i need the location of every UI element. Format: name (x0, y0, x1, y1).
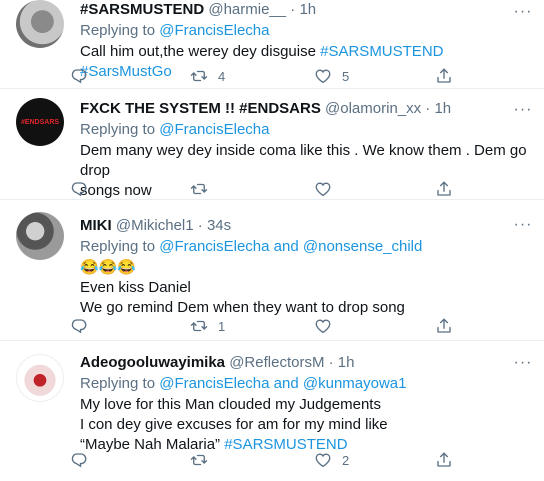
retweet-button[interactable] (190, 449, 208, 471)
timestamp[interactable]: 1h (338, 354, 355, 371)
action-bar: 2 (70, 449, 470, 471)
timestamp[interactable]: 34s (207, 217, 231, 234)
share-button[interactable] (435, 315, 453, 337)
more-icon[interactable]: ··· (512, 99, 534, 121)
replying-to-line: Replying to @FrancisElecha (80, 120, 530, 140)
tweet-1[interactable]: #SARSMUSTEND @harmie__ · 1h Replying to … (0, 0, 544, 89)
reply-icon (70, 180, 88, 198)
display-name[interactable]: MIKI (80, 217, 112, 234)
replying-to-label: Replying to (80, 121, 156, 138)
tweet-header: #SARSMUSTEND @harmie__ · 1h (80, 0, 530, 20)
separator-dot: · (425, 100, 431, 117)
timestamp[interactable]: 1h (434, 100, 451, 117)
heart-icon (314, 180, 332, 198)
retweet-icon (190, 451, 208, 469)
display-name[interactable]: FXCK THE SYSTEM !! #ENDSARS (80, 100, 321, 117)
replying-to-line: Replying to @FrancisElecha and @kunmayow… (80, 374, 530, 394)
tweet-text-main: Call him out,the werey dey disguise (80, 43, 316, 60)
share-icon (435, 451, 453, 469)
reply-icon (70, 317, 88, 335)
tweet-text: My love for this Man clouded my Judgemen… (80, 395, 530, 455)
retweet-icon (190, 180, 208, 198)
replying-and[interactable]: and (274, 375, 299, 392)
heart-icon (314, 67, 332, 85)
share-button[interactable] (435, 178, 453, 200)
tweet-header: MIKI @Mikichel1 · 34s (80, 216, 530, 236)
mention-link[interactable]: @FrancisElecha (159, 121, 269, 138)
action-bar (70, 178, 470, 200)
user-handle[interactable]: @olamorin_xx (325, 100, 421, 117)
like-button[interactable]: 2 (314, 449, 349, 471)
tweet-text-line: I con dey give excuses for am for my min… (80, 416, 388, 433)
replying-to-label: Replying to (80, 238, 156, 255)
retweet-count: 1 (218, 318, 226, 334)
action-bar: 4 5 (70, 65, 470, 87)
retweet-count: 4 (218, 68, 226, 84)
tweet-3[interactable]: MIKI @Mikichel1 · 34s Replying to @Franc… (0, 200, 544, 341)
like-count: 2 (342, 452, 350, 468)
share-icon (435, 317, 453, 335)
avatar-olamorin[interactable]: #ENDSARS (16, 98, 64, 146)
user-handle[interactable]: @Mikichel1 (116, 217, 194, 234)
timestamp[interactable]: 1h (299, 1, 316, 18)
retweet-icon (190, 317, 208, 335)
tweet-2[interactable]: #ENDSARS FXCK THE SYSTEM !! #ENDSARS @ol… (0, 89, 544, 200)
heart-icon (314, 451, 332, 469)
replying-and[interactable]: and (274, 238, 299, 255)
action-bar: 1 (70, 315, 470, 337)
mention-link-2[interactable]: @nonsense_child (303, 238, 422, 255)
more-icon[interactable]: ··· (512, 352, 534, 374)
like-button[interactable] (314, 315, 332, 337)
reply-icon (70, 67, 88, 85)
like-button[interactable] (314, 178, 332, 200)
tweet-text-line: My love for this Man clouded my Judgemen… (80, 396, 381, 413)
share-icon (435, 180, 453, 198)
avatar-mikichel[interactable] (16, 212, 64, 260)
tweet-text-line: Even kiss Daniel (80, 279, 191, 296)
mention-link[interactable]: @FrancisElecha (159, 22, 269, 39)
reply-button[interactable] (70, 315, 88, 337)
share-icon (435, 67, 453, 85)
avatar-harmie[interactable] (16, 0, 64, 48)
replying-to-label: Replying to (80, 22, 156, 39)
mention-link[interactable]: @FrancisElecha (159, 238, 269, 255)
separator-dot: · (197, 217, 203, 234)
reply-icon (70, 451, 88, 469)
like-count: 5 (342, 68, 350, 84)
tweet-4[interactable]: Adeogooluwayimika @ReflectorsM · 1h Repl… (0, 341, 544, 481)
retweet-button[interactable]: 4 (190, 65, 225, 87)
user-handle[interactable]: @ReflectorsM (229, 354, 324, 371)
retweet-icon (190, 67, 208, 85)
replying-to-label: Replying to (80, 375, 156, 392)
reply-button[interactable] (70, 178, 88, 200)
reply-button[interactable] (70, 449, 88, 471)
tweet-header: FXCK THE SYSTEM !! #ENDSARS @olamorin_xx… (80, 99, 530, 119)
more-icon[interactable]: ··· (512, 1, 534, 23)
share-button[interactable] (435, 65, 453, 87)
more-icon[interactable]: ··· (512, 214, 534, 236)
separator-dot: · (328, 354, 334, 371)
reply-button[interactable] (70, 65, 88, 87)
avatar-reflectors[interactable] (16, 354, 64, 402)
heart-icon (314, 317, 332, 335)
share-button[interactable] (435, 449, 453, 471)
retweet-button[interactable] (190, 178, 208, 200)
tweet-text: 😂😂😂 Even kiss Daniel We go remind Dem wh… (80, 258, 530, 318)
replying-to-line: Replying to @FrancisElecha (80, 21, 530, 41)
replying-to-line: Replying to @FrancisElecha and @nonsense… (80, 237, 530, 257)
display-name[interactable]: #SARSMUSTEND (80, 1, 204, 18)
mention-link[interactable]: @FrancisElecha (159, 375, 269, 392)
avatar-logo-text: #ENDSARS (20, 118, 60, 126)
emoji-laughing: 😂😂😂 (80, 259, 137, 276)
tweet-text-line: Dem many wey dey inside coma like this .… (80, 142, 527, 179)
like-button[interactable]: 5 (314, 65, 349, 87)
user-handle[interactable]: @harmie__ (208, 1, 286, 18)
retweet-button[interactable]: 1 (190, 315, 225, 337)
display-name[interactable]: Adeogooluwayimika (80, 354, 225, 371)
mention-link-2[interactable]: @kunmayowa1 (303, 375, 407, 392)
tweet-header: Adeogooluwayimika @ReflectorsM · 1h (80, 353, 530, 373)
separator-dot: · (290, 1, 296, 18)
